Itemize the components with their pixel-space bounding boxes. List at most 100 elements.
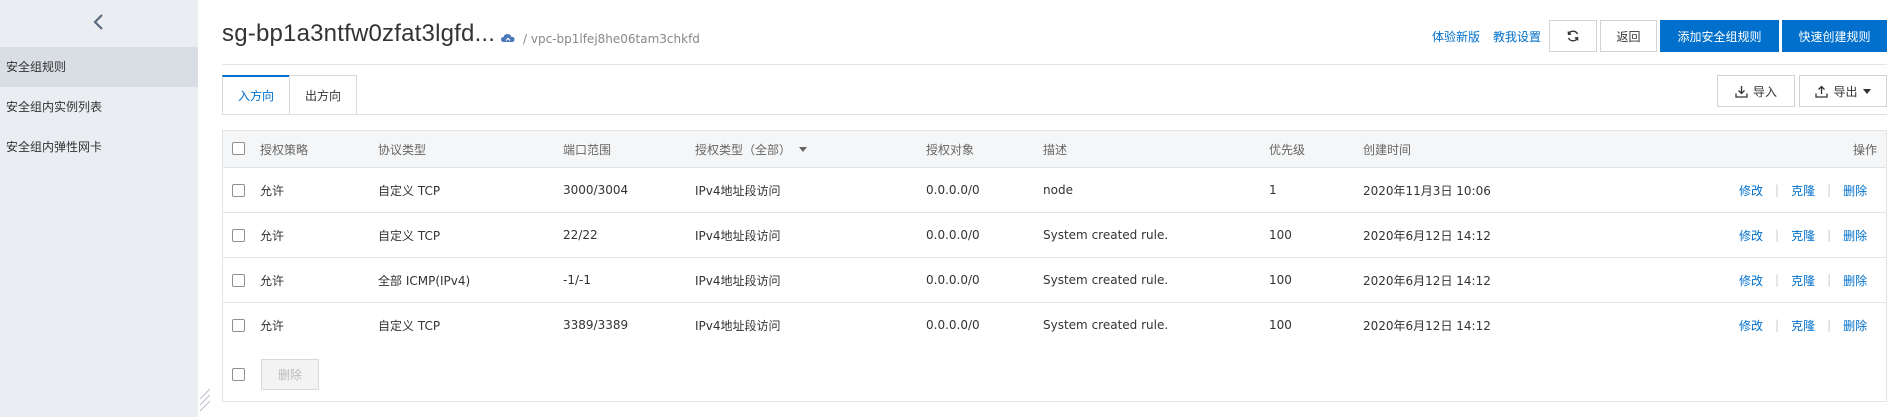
clone-rule-link[interactable]: 克隆 <box>1791 227 1815 244</box>
cell-auth-type: IPv4地址段访问 <box>695 183 781 198</box>
action-separator: | <box>1775 228 1780 242</box>
action-separator: | <box>1775 273 1780 287</box>
cell-desc: System created rule. <box>1043 273 1169 287</box>
action-separator: | <box>1827 318 1832 332</box>
action-separator: | <box>1827 273 1832 287</box>
sidebar-item-instances[interactable]: 安全组内实例列表 <box>0 87 198 127</box>
tab-inbound[interactable]: 入方向 <box>222 75 290 115</box>
cell-priority: 100 <box>1269 228 1292 242</box>
rules-table: 授权策略 协议类型 端口范围 授权类型（全部） 授权对象 描述 优先级 创建时间… <box>222 130 1887 348</box>
page-title: sg-bp1a3ntfw0zfat3lgfd... <box>222 20 496 47</box>
export-button[interactable]: 导出 <box>1799 75 1887 107</box>
cell-protocol: 自定义 TCP <box>378 183 441 198</box>
cell-target: 0.0.0.0/0 <box>926 228 980 242</box>
back-button[interactable]: 返回 <box>1600 20 1657 52</box>
delete-rule-link[interactable]: 删除 <box>1843 227 1867 244</box>
refresh-icon <box>1567 30 1579 42</box>
cell-policy: 允许 <box>260 318 285 333</box>
cell-port: 3389/3389 <box>563 318 629 332</box>
table-row: 允许 自定义 TCP 3000/3004 IPv4地址段访问 0.0.0.0/0 node… <box>223 168 1886 213</box>
cloud-icon[interactable] <box>500 31 516 45</box>
cell-auth-type: IPv4地址段访问 <box>695 273 781 288</box>
header-divider <box>222 64 1887 65</box>
tabs-divider <box>222 114 1887 115</box>
tab-outbound[interactable]: 出方向 <box>289 75 357 115</box>
cell-protocol: 全部 ICMP(IPv4) <box>378 273 471 288</box>
cell-target: 0.0.0.0/0 <box>926 273 980 287</box>
col-target: 授权对象 <box>926 142 975 157</box>
cell-auth-type: IPv4地址段访问 <box>695 318 781 333</box>
edit-rule-link[interactable]: 修改 <box>1739 272 1763 289</box>
delete-rule-link[interactable]: 删除 <box>1843 182 1867 199</box>
import-label: 导入 <box>1752 84 1777 99</box>
row-actions: 修改 | 克隆 | 删除 <box>1739 213 1867 257</box>
cell-created: 2020年6月12日 14:12 <box>1363 318 1491 333</box>
bulk-delete-button[interactable]: 删除 <box>261 359 319 390</box>
cell-target: 0.0.0.0/0 <box>926 318 980 332</box>
col-description: 描述 <box>1043 142 1068 157</box>
import-button[interactable]: 导入 <box>1717 75 1795 107</box>
delete-rule-link[interactable]: 删除 <box>1843 317 1867 334</box>
quick-create-rule-button[interactable]: 快速创建规则 <box>1782 20 1887 52</box>
delete-rule-link[interactable]: 删除 <box>1843 272 1867 289</box>
table-row: 允许 自定义 TCP 3389/3389 IPv4地址段访问 0.0.0.0/0 Syst… <box>223 303 1886 348</box>
select-all-checkbox[interactable] <box>232 142 245 155</box>
row-checkbox[interactable] <box>232 319 245 332</box>
cell-auth-type: IPv4地址段访问 <box>695 228 781 243</box>
col-created: 创建时间 <box>1363 142 1412 157</box>
sidebar-item-eni[interactable]: 安全组内弹性网卡 <box>0 127 198 167</box>
cell-priority: 100 <box>1269 318 1292 332</box>
caret-down-icon <box>799 146 808 152</box>
cell-protocol: 自定义 TCP <box>378 318 441 333</box>
action-separator: | <box>1775 318 1780 332</box>
row-actions: 修改 | 克隆 | 删除 <box>1739 258 1867 302</box>
cell-port: 3000/3004 <box>563 183 629 197</box>
action-separator: | <box>1775 183 1780 197</box>
col-policy: 授权策略 <box>260 142 309 157</box>
edit-rule-link[interactable]: 修改 <box>1739 182 1763 199</box>
add-rule-button[interactable]: 添加安全组规则 <box>1660 20 1779 52</box>
col-protocol: 协议类型 <box>378 142 427 157</box>
clone-rule-link[interactable]: 克隆 <box>1791 272 1815 289</box>
edit-rule-link[interactable]: 修改 <box>1739 317 1763 334</box>
export-label: 导出 <box>1833 84 1858 99</box>
chevron-left-icon <box>93 14 103 30</box>
clone-rule-link[interactable]: 克隆 <box>1791 317 1815 334</box>
sidebar: 安全组规则 安全组内实例列表 安全组内弹性网卡 <box>0 0 211 417</box>
col-port: 端口范围 <box>563 142 612 157</box>
sidebar-item-rules[interactable]: 安全组规则 <box>0 47 198 87</box>
cell-created: 2020年6月12日 14:12 <box>1363 228 1491 243</box>
clone-rule-link[interactable]: 克隆 <box>1791 182 1815 199</box>
row-checkbox[interactable] <box>232 184 245 197</box>
cell-desc: System created rule. <box>1043 318 1169 332</box>
vpc-breadcrumb[interactable]: / vpc-bp1lfej8he06tam3chkfd <box>523 32 700 46</box>
cell-target: 0.0.0.0/0 <box>926 183 980 197</box>
teach-me-settings-link[interactable]: 教我设置 <box>1493 28 1541 45</box>
cell-desc: node <box>1043 183 1073 197</box>
resize-handle-icon[interactable] <box>198 385 212 417</box>
collapse-sidebar-button[interactable] <box>0 0 198 44</box>
upload-icon <box>1815 85 1829 98</box>
row-checkbox[interactable] <box>232 229 245 242</box>
col-auth-type-filter[interactable]: 授权类型（全部） <box>695 131 808 167</box>
cell-priority: 1 <box>1269 183 1277 197</box>
table-footer: 删除 <box>222 347 1887 402</box>
footer-select-checkbox[interactable] <box>232 368 245 381</box>
cell-priority: 100 <box>1269 273 1292 287</box>
col-actions: 操作 <box>1853 142 1878 157</box>
cell-port: 22/22 <box>563 228 598 242</box>
refresh-button[interactable] <box>1549 20 1597 52</box>
cell-created: 2020年11月3日 10:06 <box>1363 183 1491 198</box>
cell-created: 2020年6月12日 14:12 <box>1363 273 1491 288</box>
cell-protocol: 自定义 TCP <box>378 228 441 243</box>
cell-desc: System created rule. <box>1043 228 1169 242</box>
caret-down-icon <box>1862 88 1871 94</box>
cell-policy: 允许 <box>260 228 285 243</box>
row-checkbox[interactable] <box>232 274 245 287</box>
row-actions: 修改 | 克隆 | 删除 <box>1739 168 1867 212</box>
edit-rule-link[interactable]: 修改 <box>1739 227 1763 244</box>
try-new-version-link[interactable]: 体验新版 <box>1432 28 1480 45</box>
col-priority: 优先级 <box>1269 142 1306 157</box>
table-header: 授权策略 协议类型 端口范围 授权类型（全部） 授权对象 描述 优先级 创建时间… <box>223 131 1886 168</box>
table-row: 允许 自定义 TCP 22/22 IPv4地址段访问 0.0.0.0/0 System c… <box>223 213 1886 258</box>
